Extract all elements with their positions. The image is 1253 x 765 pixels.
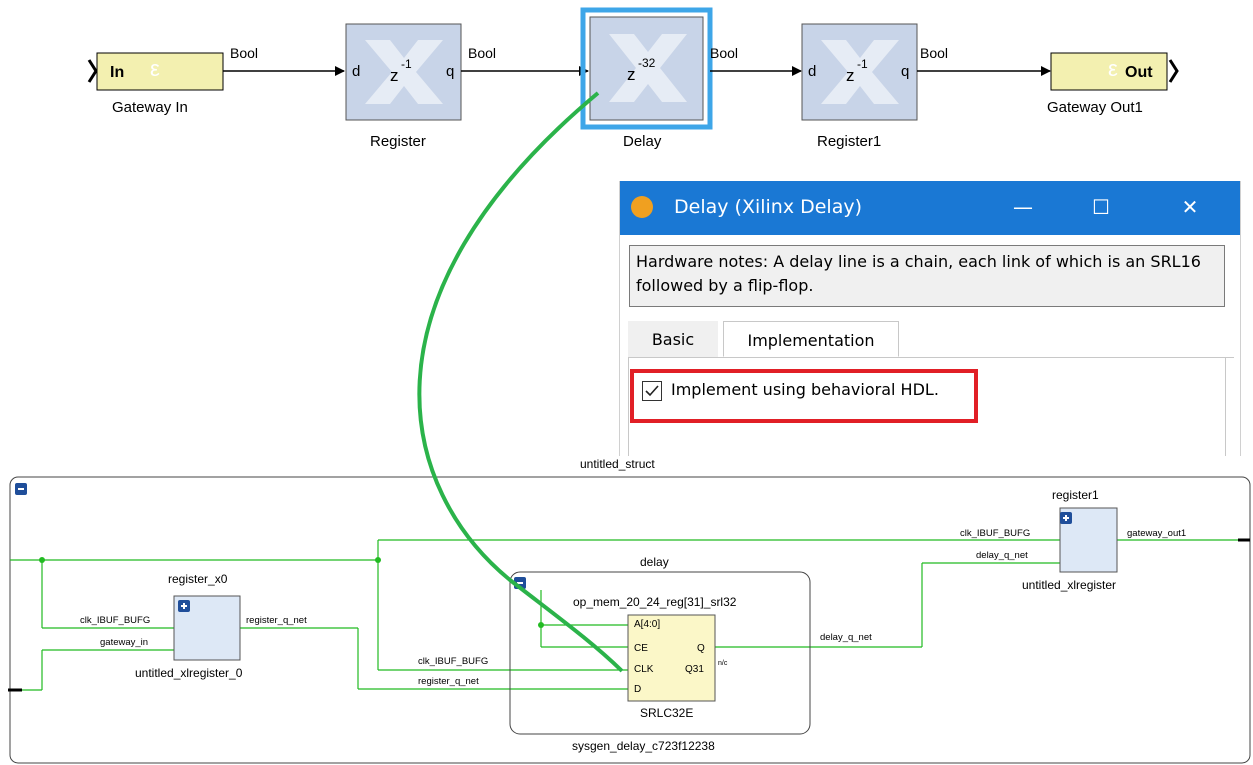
register-x0-pin-clk: clk_IBUF_BUFG <box>80 615 150 626</box>
register1-cell-label: untitled_xlregister <box>1022 578 1116 592</box>
srl-type-label: SRLC32E <box>640 706 693 720</box>
register-x0-name: register_x0 <box>168 572 228 586</box>
register-x0-cell-label: untitled_xlregister_0 <box>135 666 243 680</box>
net-label-clk-right: clk_IBUF_BUFG <box>960 528 1030 539</box>
srl-pin-q: Q <box>697 643 705 654</box>
register-x0-pin-out: register_q_net <box>246 615 307 626</box>
net-junction <box>375 557 381 563</box>
register1-cell-name: register1 <box>1052 488 1099 502</box>
schematic-top-label: untitled_struct <box>580 457 655 471</box>
schematic-layer: untitled_struct register_x0 clk_IBUF_BUF… <box>8 91 1251 764</box>
srl-nc-label: n/c <box>718 660 728 667</box>
net-label-delay-q-right: delay_q_net <box>976 550 1028 561</box>
net-label-reg-q: register_q_net <box>418 676 479 687</box>
net-junction <box>538 622 544 628</box>
srl-pin-ce: CE <box>634 643 648 654</box>
register-x0-pin-in: gateway_in <box>100 637 148 648</box>
register1-cell[interactable] <box>1059 507 1118 573</box>
srl-pin-a: A[4:0] <box>634 619 660 630</box>
delay-group-name: delay <box>640 555 669 569</box>
srl-instance-name: op_mem_20_24_reg[31]_srl32 <box>573 595 737 609</box>
net-junction <box>39 557 45 563</box>
net-label-clk: clk_IBUF_BUFG <box>418 656 488 667</box>
net-label-gateway-out: gateway_out1 <box>1127 528 1186 539</box>
net-label-delay-q: delay_q_net <box>820 632 872 643</box>
srl-pin-q31: Q31 <box>685 664 704 675</box>
srl-pin-clk: CLK <box>634 664 654 675</box>
register-x0-cell[interactable] <box>173 595 241 661</box>
delay-cell-label: sysgen_delay_c723f12238 <box>572 739 715 753</box>
srl-pin-d: D <box>634 684 641 695</box>
collapse-icon[interactable] <box>15 483 27 495</box>
